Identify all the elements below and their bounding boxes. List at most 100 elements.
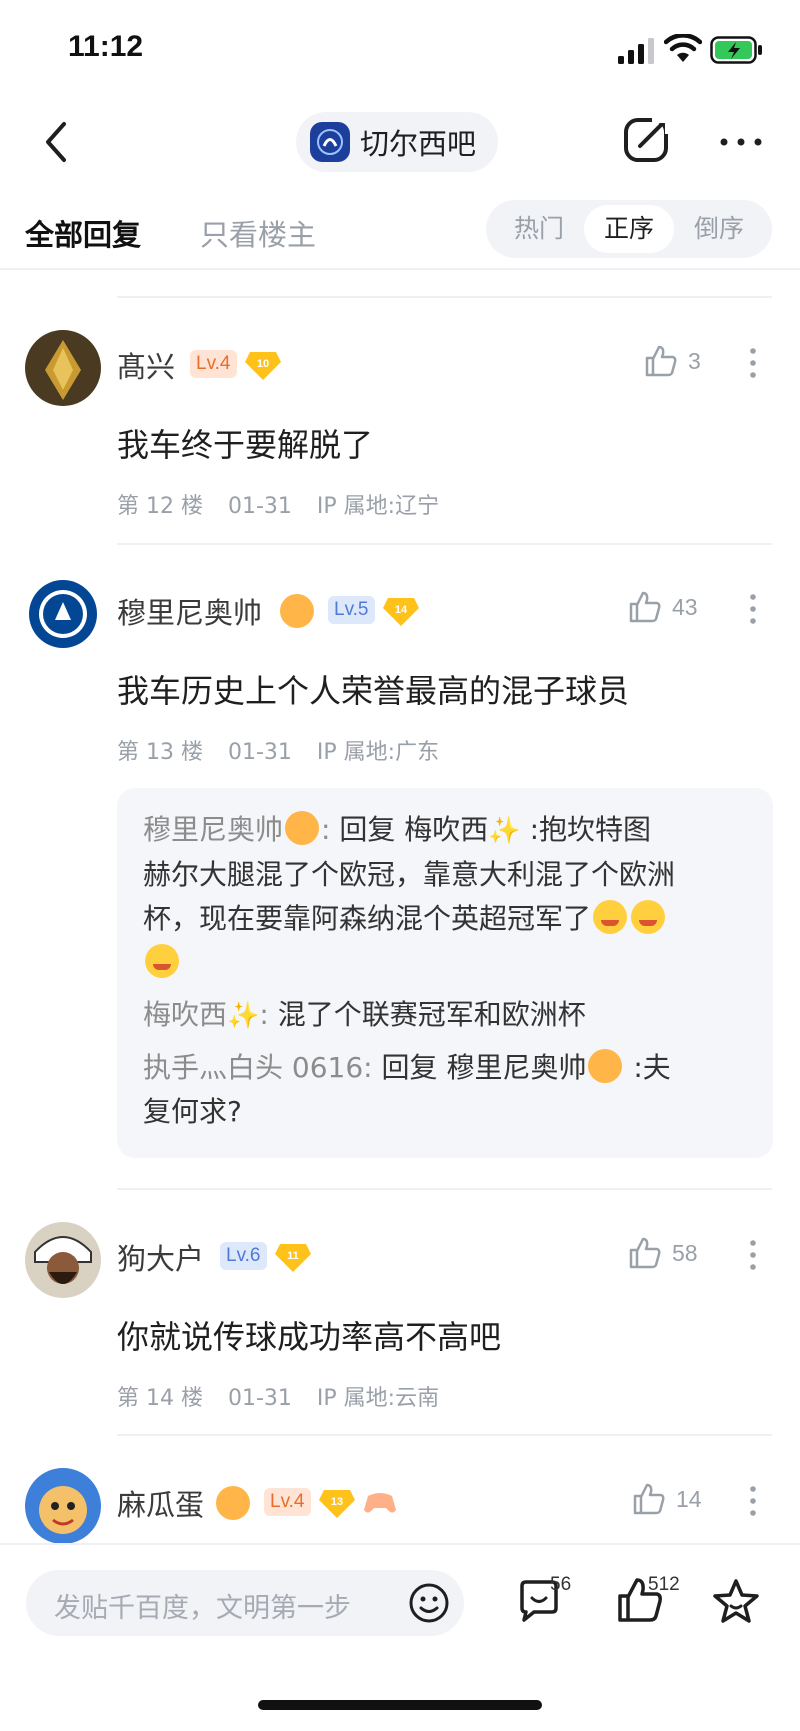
like-count: 43	[672, 594, 698, 620]
battery-charging-icon	[710, 36, 762, 64]
comment-count: 56	[550, 1574, 572, 1595]
divider	[117, 1434, 772, 1436]
floor-number: 第 13 楼	[117, 740, 203, 765]
sub-reply[interactable]: 梅吹西✨: 混了个联赛冠军和欧洲杯	[143, 993, 747, 1038]
reply-target[interactable]: 梅吹西	[404, 813, 488, 846]
avatar[interactable]	[25, 330, 101, 406]
thumbs-up-icon[interactable]	[632, 1482, 666, 1516]
gamepad-badge-icon	[364, 1493, 396, 1513]
level-badge: Lv.4	[190, 350, 237, 378]
gem-badge-icon: 13	[319, 1490, 355, 1518]
tab-op-only[interactable]: 只看楼主	[200, 212, 316, 254]
sparkle-icon: ✨	[227, 1001, 260, 1031]
post-more-icon[interactable]	[746, 1484, 760, 1518]
gem-badge-icon: 10	[245, 352, 281, 380]
reply-text: 复何求?	[143, 1095, 242, 1128]
post-meta: 第 14 楼 01-31 IP 属地:云南	[117, 1380, 457, 1412]
post-content: 你就说传球成功率高不高吧	[117, 1318, 502, 1356]
reply-text: 杯，现在要靠阿森纳混个英超冠军了	[143, 902, 592, 935]
sub-reply[interactable]: 穆里尼奥帅: 回复 梅吹西✨ :抱坎特图 赫尔大腿混了个欧冠，靠意大利混了个欧洲…	[143, 808, 747, 985]
reply-text: 赫尔大腿混了个欧冠，靠意大利混了个欧洲	[143, 858, 676, 891]
level-badge: Lv.5	[328, 596, 375, 624]
avatar[interactable]	[25, 1468, 101, 1544]
laugh-emoji-icon	[631, 900, 666, 934]
post-date: 01-31	[227, 494, 292, 519]
forum-logo-icon	[310, 122, 350, 162]
like-count: 512	[648, 1574, 680, 1595]
sub-reply-author[interactable]: 梅吹西	[143, 998, 227, 1031]
favorite-star-icon[interactable]	[712, 1578, 760, 1624]
reply-text: :夫	[633, 1051, 671, 1084]
reply-filter-bar: 全部回复 只看楼主 热门 正序 倒序	[0, 190, 800, 270]
divider	[0, 1543, 800, 1545]
sub-reply-box[interactable]: 穆里尼奥帅: 回复 梅吹西✨ :抱坎特图 赫尔大腿混了个欧冠，靠意大利混了个欧洲…	[117, 788, 773, 1158]
reply-target[interactable]: 穆里尼奥帅	[446, 1051, 586, 1084]
tab-all-replies[interactable]: 全部回复	[25, 212, 141, 254]
username[interactable]: 髙兴	[117, 344, 175, 386]
back-icon[interactable]	[40, 116, 76, 168]
divider	[117, 1188, 772, 1190]
post-meta: 第 12 楼 01-31 IP 属地:辽宁	[117, 488, 457, 520]
avatar[interactable]	[25, 1222, 101, 1298]
level-badge: Lv.6	[220, 1242, 267, 1270]
user-emoji-icon	[588, 1049, 623, 1083]
forum-entry-button[interactable]: 切尔西吧	[296, 112, 499, 172]
sort-toggle: 热门 正序 倒序	[486, 200, 772, 258]
sub-reply-author[interactable]: 穆里尼奥帅	[143, 813, 283, 846]
sort-ascending[interactable]: 正序	[584, 205, 674, 253]
sort-descending[interactable]: 倒序	[674, 205, 764, 253]
ip-location: IP 属地:云南	[316, 1386, 440, 1411]
post-content: 我车终于要解脱了	[117, 426, 374, 464]
post-more-icon[interactable]	[746, 346, 760, 380]
divider	[117, 296, 772, 298]
username[interactable]: 麻瓜蛋	[117, 1482, 204, 1524]
gem-badge-icon: 14	[383, 598, 419, 626]
wifi-icon	[664, 34, 702, 62]
nav-bar: 切尔西吧	[0, 100, 800, 184]
laugh-emoji-icon	[145, 944, 179, 978]
cellular-signal-icon	[618, 38, 654, 64]
gem-level: 11	[287, 1250, 299, 1262]
like-count: 14	[676, 1486, 702, 1512]
floor-number: 第 14 楼	[117, 1386, 203, 1411]
share-icon[interactable]	[622, 114, 674, 166]
sort-hot[interactable]: 热门	[494, 205, 584, 253]
user-emoji-icon	[216, 1486, 250, 1520]
gem-level: 14	[395, 604, 408, 616]
ip-location: IP 属地:辽宁	[316, 494, 440, 519]
user-emoji-icon	[280, 594, 314, 628]
avatar[interactable]	[25, 576, 101, 652]
status-bar: 11:12	[0, 0, 800, 100]
gem-badge-icon: 11	[275, 1244, 311, 1272]
post-date: 01-31	[227, 740, 292, 765]
sub-reply-author[interactable]: 执手灬白头 0616	[143, 1051, 363, 1084]
more-options-icon[interactable]	[716, 122, 766, 162]
emoji-icon[interactable]	[408, 1582, 450, 1624]
thumbs-up-icon[interactable]	[628, 1236, 662, 1270]
status-time: 11:12	[68, 30, 144, 63]
sparkle-icon: ✨	[488, 816, 521, 846]
gem-level: 13	[331, 1496, 343, 1508]
home-indicator[interactable]	[258, 1700, 542, 1710]
compose-placeholder: 发贴千百度，文明第一步	[54, 1593, 351, 1624]
username[interactable]: 穆里尼奥帅	[117, 590, 262, 632]
reply-prefix: 回复	[381, 1051, 438, 1084]
reply-compose-input[interactable]: 发贴千百度，文明第一步	[26, 1570, 464, 1636]
reply-text: 混了个联赛冠军和欧洲杯	[277, 998, 586, 1031]
gem-level: 10	[257, 358, 269, 370]
username[interactable]: 狗大户	[117, 1236, 204, 1278]
thumbs-up-icon[interactable]	[644, 344, 678, 378]
post-more-icon[interactable]	[746, 1238, 760, 1272]
post-meta: 第 13 楼 01-31 IP 属地:广东	[117, 734, 457, 766]
sub-reply[interactable]: 执手灬白头 0616: 回复 穆里尼奥帅 :夫 复何求?	[143, 1046, 747, 1134]
thumbs-up-icon[interactable]	[628, 590, 662, 624]
ip-location: IP 属地:广东	[316, 740, 440, 765]
divider	[117, 543, 772, 545]
level-badge: Lv.4	[264, 1488, 311, 1516]
post-date: 01-31	[227, 1386, 292, 1411]
reply-text: :抱坎特图	[529, 813, 652, 846]
post-content: 我车历史上个人荣誉最高的混子球员	[117, 672, 630, 710]
like-count: 3	[688, 348, 701, 374]
post-more-icon[interactable]	[746, 592, 760, 626]
reply-prefix: 回复	[339, 813, 396, 846]
